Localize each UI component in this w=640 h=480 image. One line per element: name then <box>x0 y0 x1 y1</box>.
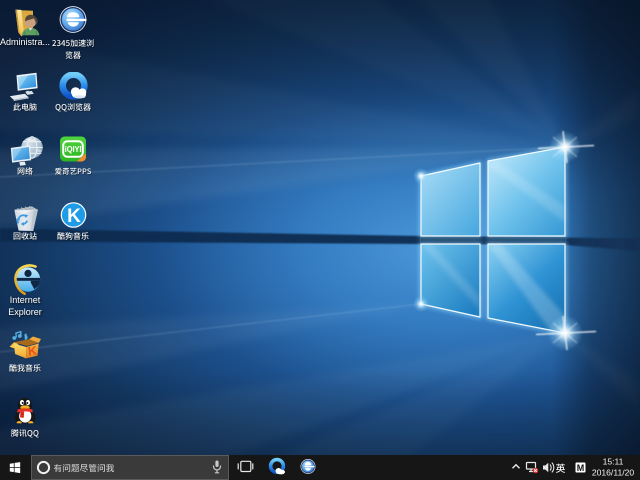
svg-text:2016/11/20: 2016/11/20 <box>592 468 635 478</box>
svg-text:15:11: 15:11 <box>603 457 624 467</box>
svg-text:M: M <box>577 463 585 473</box>
